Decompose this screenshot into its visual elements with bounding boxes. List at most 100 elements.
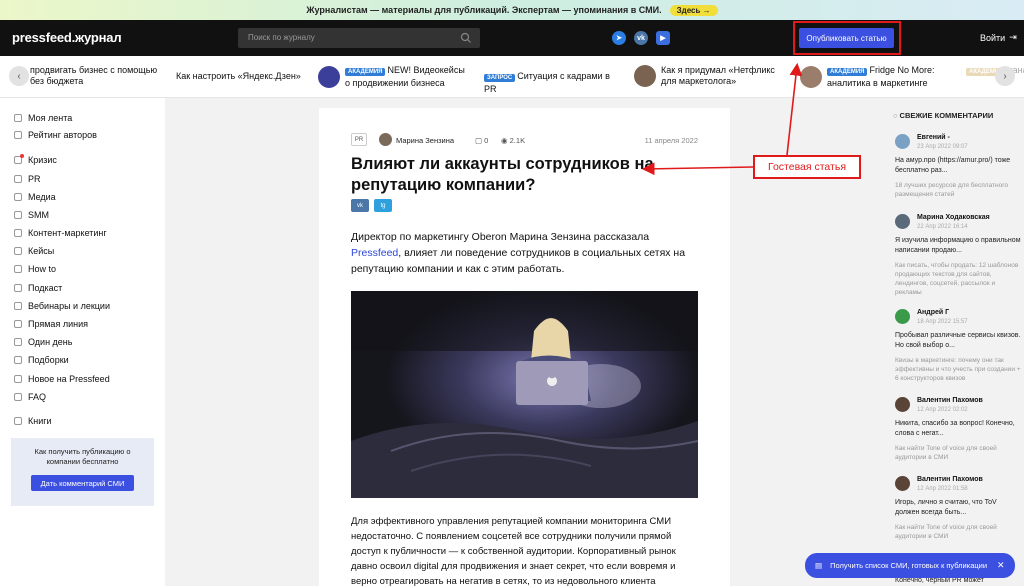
comment-article-link[interactable]: Как найти Tone of voice для своей аудито… [895, 523, 1021, 541]
ticker-item[interactable]: АКАДЕМИЯ Fridge No More: аналитика в марк… [800, 65, 960, 89]
news-ticker: ‹ продвигать бизнес с помощью без бюджет… [0, 56, 1024, 98]
pressfeed-link[interactable]: Pressfeed [351, 247, 398, 259]
comment-text: На амур.про (https://amur.pro/) тоже бес… [895, 157, 1011, 174]
commenter-avatar [895, 309, 910, 324]
search-input[interactable]: Поиск по журналу [238, 28, 480, 48]
sidebar-item-news[interactable]: Новое на Pressfeed [14, 373, 110, 385]
comment-article-link[interactable]: Как писать, чтобы продать: 12 шаблонов п… [895, 261, 1021, 297]
comments-panel-title: ◌ СВЕЖИЕ КОММЕНТАРИИ [893, 111, 993, 120]
ticker-item[interactable]: АКАДЕМИЯ NEW! Видеокейсы о продвижении би… [318, 65, 468, 89]
content-icon [14, 229, 22, 237]
hotline-icon [14, 320, 22, 328]
sidebar-item-label: Подкаст [28, 283, 63, 293]
comment-date: 22 Апр 2022 16:14 [917, 224, 968, 230]
sidebar-item-label: SMM [28, 210, 49, 220]
comment-article-link[interactable]: Как найти Tone of voice для своей аудито… [895, 444, 1021, 462]
youtube-icon[interactable]: ▶ [656, 31, 670, 45]
telegram-icon[interactable]: ➤ [612, 31, 626, 45]
commenter-name: Валентин Пахомов [917, 397, 983, 404]
comment-item[interactable]: Андрей Г 18 Апр 2022 15:57 Пробывал разл… [893, 309, 1021, 395]
sidebar-item-crisis[interactable]: Кризис [14, 154, 57, 166]
publish-article-button[interactable]: Опубликовать статью [799, 28, 894, 48]
comment-item[interactable]: Валентин Пахомов 12 Апр 2022 02:02 Никит… [893, 397, 1021, 475]
article-card: PR Марина Зензина ▢ 0 ◉ 2.1K 11 апреля 2… [319, 108, 730, 586]
login-button[interactable]: Войти ⇥ [980, 32, 1017, 43]
share-vk-icon[interactable]: vk [351, 199, 369, 212]
ticker-prev-icon[interactable]: ‹ [9, 66, 29, 86]
comment-date: 12 Апр 2022 01:58 [917, 486, 968, 492]
sidebar-item-content-marketing[interactable]: Контент-маркетинг [14, 227, 107, 239]
recent-comments-panel: ◌ СВЕЖИЕ КОММЕНТАРИИ Евгений - 23 Апр 20… [893, 108, 1024, 586]
header: pressfeed.журнал Поиск по журналу ➤ vk ▶… [0, 20, 1024, 56]
sidebar-item-collections[interactable]: Подборки [14, 354, 69, 366]
commenter-name: Евгений - [917, 134, 950, 141]
comment-text: Никита, спасибо за вопрос! Конечно, слов… [895, 420, 1015, 437]
woman-with-laptop-image [351, 291, 698, 498]
sidebar-item-rating[interactable]: Рейтинг авторов [14, 129, 97, 141]
ticker-item[interactable]: ЗАПРОС Ситуация с кадрами в PR [484, 71, 624, 95]
sidebar-item-hotline[interactable]: Прямая линия [14, 318, 88, 330]
logo[interactable]: pressfeed.журнал [12, 30, 122, 45]
one-day-icon [14, 338, 22, 346]
comment-item[interactable]: Валентин Пахомов 12 Апр 2022 01:58 Игорь… [893, 476, 1021, 556]
share-telegram-icon[interactable]: tg [374, 199, 392, 212]
sidebar-item-one-day[interactable]: Один день [14, 336, 72, 348]
article-title: Влияют ли аккаунты сотрудников на репута… [351, 155, 654, 194]
vk-icon[interactable]: vk [634, 31, 648, 45]
search-icon[interactable] [460, 32, 472, 44]
sidebar-item-label: How to [28, 264, 57, 274]
ticker-avatar [800, 66, 822, 88]
smm-icon [14, 211, 22, 219]
sidebar-item-label: Моя лента [28, 113, 73, 123]
author-name[interactable]: Марина Зензина [396, 136, 454, 145]
ticker-item-label: Как я придумал «Нетфликс для маркетолога… [661, 65, 775, 86]
ticker-item[interactable]: Как настроить «Яндекс.Дзен» [176, 71, 306, 82]
ticker-next-icon[interactable]: › [995, 66, 1015, 86]
comment-item[interactable]: Марина Ходаковская 22 Апр 2022 16:14 Я и… [893, 214, 1021, 309]
sidebar-item-podcast[interactable]: Подкаст [14, 282, 62, 294]
search-placeholder: Поиск по журналу [248, 33, 315, 42]
sidebar-item-webinars[interactable]: Вебинары и лекции [14, 300, 110, 312]
comment-article-link[interactable]: Квизы в маркетинге: почему они так эффек… [895, 356, 1021, 383]
give-comment-button[interactable]: Дать комментарий СМИ [31, 475, 134, 491]
category-badge[interactable]: PR [351, 133, 367, 146]
sidebar-item-cases[interactable]: Кейсы [14, 245, 54, 257]
media-list-toast[interactable]: ▤ Получить список СМИ, готовых к публика… [805, 553, 1015, 578]
login-icon: ⇥ [1009, 32, 1017, 42]
article-image [351, 291, 698, 498]
close-icon[interactable]: ✕ [997, 560, 1015, 571]
feed-icon [14, 114, 22, 122]
collections-icon [14, 356, 22, 364]
banner-text: Журналистам — материалы для публикаций. … [306, 5, 662, 15]
ticker-item[interactable]: Как я придумал «Нетфликс для маркетолога… [634, 65, 784, 87]
podcast-icon [14, 284, 22, 292]
comment-item[interactable]: Евгений - 23 Апр 2022 09:07 На амур.про … [893, 134, 1021, 214]
comment-article-link[interactable]: 18 лучших ресурсов для бесплатного разме… [895, 181, 1021, 199]
ticker-item[interactable]: продвигать бизнес с помощью без бюджета [30, 65, 160, 87]
comments-count-value: 0 [484, 136, 489, 145]
sidebar-item-pr[interactable]: PR [14, 173, 41, 185]
ticker-item-label: продвигать бизнес с помощью без бюджета [30, 65, 158, 86]
sidebar-item-media[interactable]: Медиа [14, 191, 56, 203]
toast-text: Получить список СМИ, готовых к публикаци… [830, 561, 988, 570]
sidebar-item-faq[interactable]: FAQ [14, 391, 46, 403]
sidebar-item-feed[interactable]: Моя лента [14, 112, 72, 124]
comment-icon: ▢ [475, 136, 485, 145]
eye-icon: ◉ [501, 136, 510, 145]
commenter-avatar [895, 214, 910, 229]
media-icon [14, 193, 22, 201]
article-body: Для эффективного управления репутацией к… [351, 516, 676, 586]
howto-icon [14, 265, 22, 273]
sidebar-item-label: Кризис [28, 155, 57, 165]
ticker-item-label: Как настроить «Яндекс.Дзен» [176, 71, 301, 81]
commenter-name: Валентин Пахомов [917, 476, 983, 483]
sidebar-item-howto[interactable]: How to [14, 263, 56, 275]
comment-text: Игорь, лично я считаю, что ToV должен вс… [895, 499, 997, 516]
document-icon: ▤ [815, 561, 823, 570]
comment-text: Пробывал различные сервисы квизов. Но св… [895, 332, 1021, 349]
comments-count: ▢ 0 [475, 136, 488, 145]
banner-link[interactable]: Здесь → [669, 4, 718, 16]
news-icon [14, 375, 22, 383]
sidebar-item-smm[interactable]: SMM [14, 209, 49, 221]
sidebar-item-books[interactable]: Книги [14, 415, 52, 427]
